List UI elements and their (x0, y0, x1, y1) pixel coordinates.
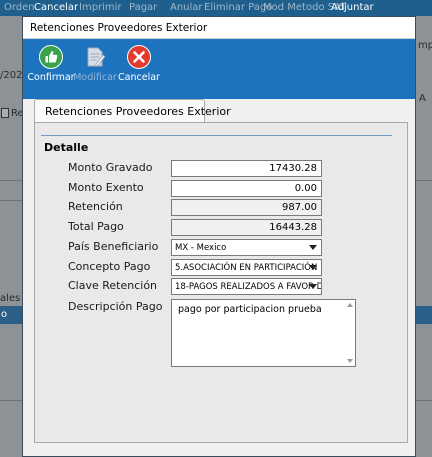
bg-toolbar-imprimir: Imprimir (79, 2, 122, 13)
pais-beneficiario-label: País Beneficiario (68, 240, 159, 253)
bg-divider (0, 180, 22, 181)
total-pago-field: 16443.28 (171, 219, 322, 236)
concepto-pago-value: 5.ASOCIACIÓN EN PARTICIPACIÓN (175, 263, 318, 273)
bg-toolbar-cancelar: Cancelar (34, 2, 79, 13)
monto-exento-field[interactable]: 0.00 (171, 180, 322, 197)
monto-gravado-field[interactable]: 17430.28 (171, 160, 322, 177)
background-right-strip (415, 16, 432, 457)
concepto-pago-label: Concepto Pago (68, 260, 151, 273)
cancel-button[interactable]: Cancelar (113, 45, 165, 95)
pais-beneficiario-value: MX - Mexico (175, 243, 227, 253)
dialog-toolbar: Confirmar Modificar Cancelar (23, 39, 415, 99)
bg-mp-fragment: mp (418, 40, 432, 51)
bg-ales-fragment: ales (0, 293, 21, 304)
bg-date-fragment: /202 (0, 70, 23, 81)
bg-toolbar-orden: Orden (4, 2, 35, 13)
clave-retencion-value: 18-PAGOS REALIZADOS A FAVOR DE R (175, 282, 322, 292)
chevron-down-icon (309, 265, 317, 270)
bg-grid-header-right (415, 306, 432, 324)
clave-retencion-select[interactable]: 18-PAGOS REALIZADOS A FAVOR DE R (171, 278, 322, 295)
bg-toolbar-anular: Anular (170, 2, 203, 13)
descripcion-pago-textarea[interactable]: pago por participacion prueba (171, 299, 356, 367)
section-title-detalle: Detalle (44, 141, 89, 154)
retencion-label: Retención (68, 200, 123, 213)
bg-divider (415, 180, 432, 181)
bg-checkbox (1, 108, 9, 118)
section-divider (41, 135, 392, 136)
bg-divider (0, 400, 22, 401)
background-left-strip (0, 16, 22, 457)
confirm-thumbs-up-icon (39, 45, 63, 69)
background-toolbar: Orden Cancelar Imprimir Pagar Anular Eli… (0, 0, 432, 16)
pais-beneficiario-select[interactable]: MX - Mexico (171, 239, 322, 256)
cancel-label: Cancelar (118, 72, 160, 83)
monto-exento-label: Monto Exento (68, 181, 144, 194)
scroll-down-icon[interactable] (347, 359, 353, 363)
dialog-content: Retenciones Proveedores Exterior Detalle… (23, 99, 415, 456)
monto-gravado-label: Monto Gravado (68, 161, 153, 174)
cancel-x-icon (127, 45, 151, 69)
bg-a-fragment: A (419, 93, 426, 104)
retenciones-dialog: Retenciones Proveedores Exterior Confirm… (22, 16, 416, 457)
bg-divider (415, 400, 432, 401)
dialog-title: Retenciones Proveedores Exterior (30, 22, 208, 34)
chevron-down-icon (309, 245, 317, 250)
bg-divider (0, 200, 22, 201)
descripcion-pago-value: pago por participacion prueba (178, 304, 322, 315)
tab-panel: Detalle Monto Gravado 17430.28 Monto Exe… (34, 122, 408, 443)
concepto-pago-select[interactable]: 5.ASOCIACIÓN EN PARTICIPACIÓN (171, 259, 322, 276)
bg-toolbar-adjuntar: Adjuntar (331, 2, 374, 13)
tab-label: Retenciones Proveedores Exterior (45, 105, 231, 118)
clave-retencion-label: Clave Retención (68, 279, 158, 292)
total-pago-label: Total Pago (68, 220, 124, 233)
bg-o-fragment: o (1, 309, 8, 320)
bg-toolbar-pagar: Pagar (129, 2, 158, 13)
retencion-field: 987.00 (171, 199, 322, 216)
descripcion-pago-label: Descripción Pago (68, 300, 163, 313)
modify-document-icon (87, 47, 106, 68)
tab-retenciones[interactable]: Retenciones Proveedores Exterior (34, 99, 231, 123)
scroll-up-icon[interactable] (347, 303, 353, 307)
dialog-titlebar: Retenciones Proveedores Exterior (23, 17, 415, 39)
chevron-down-icon (309, 284, 317, 289)
